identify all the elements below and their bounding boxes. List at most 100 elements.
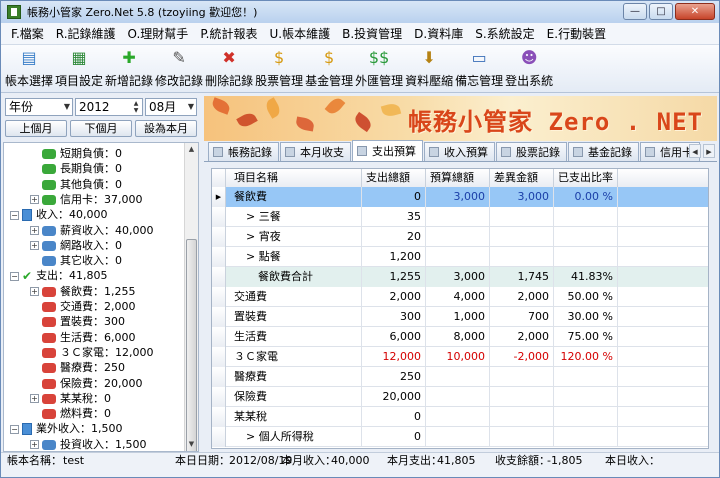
grid-cell[interactable] [554, 387, 618, 407]
tab-scroll-left-icon[interactable]: ◀ [689, 144, 701, 158]
toolbar-button[interactable]: ✚ 新增記錄 [105, 45, 153, 91]
next-month-button[interactable]: 下個月 [70, 120, 132, 137]
grid-cell[interactable]: 1,745 [490, 267, 554, 287]
grid-cell[interactable]: 30.00 % [554, 307, 618, 327]
menu-item[interactable]: D.資料庫 [414, 25, 463, 42]
table-row[interactable]: 生活費 6,000 8,000 2,000 75.00 % [212, 327, 708, 347]
grid-cell[interactable]: -2,000 [490, 347, 554, 367]
table-row[interactable]: > 點餐 1,200 [212, 247, 708, 267]
grid-cell[interactable]: 10,000 [426, 347, 490, 367]
grid-cell[interactable] [426, 427, 490, 447]
row-header[interactable]: ▶ [212, 187, 226, 207]
tree-scrollbar[interactable]: ▲ ▼ [184, 143, 198, 451]
grid-cell[interactable]: ３Ｃ家電 [226, 347, 362, 367]
table-row[interactable]: > 宵夜 20 [212, 227, 708, 247]
grid-cell[interactable] [554, 427, 618, 447]
grid-cell[interactable]: 250 [362, 367, 426, 387]
grid-cell[interactable]: 某某稅 [226, 407, 362, 427]
collapse-icon[interactable]: − [10, 424, 19, 434]
menu-item[interactable]: O.理財幫手 [128, 25, 189, 42]
title-bar[interactable]: 帳務小管家 Zero.Net 5.8 (tzoyiing 歡迎您！) — □ ✕ [1, 1, 719, 23]
grid-cell[interactable]: > 三餐 [226, 207, 362, 227]
column-header[interactable]: 已支出比率 [554, 169, 618, 187]
row-header[interactable] [212, 227, 226, 247]
column-header[interactable]: 支出總額 [362, 169, 426, 187]
scroll-up-icon[interactable]: ▲ [185, 143, 198, 156]
grid-cell[interactable]: > 點餐 [226, 247, 362, 267]
grid-cell[interactable]: 20 [362, 227, 426, 247]
scroll-down-icon[interactable]: ▼ [185, 438, 198, 451]
grid-cell[interactable]: 1,255 [362, 267, 426, 287]
grid-cell[interactable] [554, 407, 618, 427]
tab-0[interactable]: 帳務記錄 [208, 142, 279, 161]
tab-3[interactable]: 收入預算 [424, 142, 495, 161]
spin-arrows-icon[interactable]: ▲ ▼ [131, 100, 141, 114]
row-header[interactable] [212, 367, 226, 387]
grid-cell[interactable]: 41.83% [554, 267, 618, 287]
grid-cell[interactable] [490, 387, 554, 407]
grid-cell[interactable]: > 個人所得稅 [226, 427, 362, 447]
grid-cell[interactable]: 120.00 % [554, 347, 618, 367]
grid-cell[interactable] [490, 367, 554, 387]
table-row[interactable]: 醫療費 250 [212, 367, 708, 387]
grid-cell[interactable] [490, 247, 554, 267]
grid-cell[interactable]: 35 [362, 207, 426, 227]
toolbar-button[interactable]: $$ 外匯管理 [355, 45, 403, 91]
expand-icon[interactable]: + [30, 195, 39, 205]
grid-cell[interactable]: 餐飲費合計 [226, 267, 362, 287]
grid-cell[interactable]: 50.00 % [554, 287, 618, 307]
toolbar-button[interactable]: ☻ 登出系統 [505, 45, 553, 91]
row-header[interactable] [212, 267, 226, 287]
row-header[interactable] [212, 247, 226, 267]
grid-cell[interactable]: 6,000 [362, 327, 426, 347]
collapse-icon[interactable]: − [10, 271, 19, 281]
tab-4[interactable]: 股票記錄 [496, 142, 567, 161]
grid-cell[interactable]: 0 [362, 407, 426, 427]
tab-scroll-right-icon[interactable]: ▶ [703, 144, 715, 158]
grid-cell[interactable] [426, 227, 490, 247]
period-select[interactable]: 年份 ▼ [5, 98, 73, 116]
grid-cell[interactable]: 12,000 [362, 347, 426, 367]
row-header[interactable] [212, 327, 226, 347]
grid-cell[interactable] [554, 227, 618, 247]
expand-icon[interactable]: + [30, 440, 39, 450]
grid-cell[interactable]: 0 [362, 427, 426, 447]
menu-item[interactable]: R.記錄維護 [56, 25, 116, 42]
column-header[interactable]: 差異金額 [490, 169, 554, 187]
month-select[interactable]: 08月 ▼ [145, 98, 197, 116]
grid-cell[interactable]: 4,000 [426, 287, 490, 307]
grid-cell[interactable] [554, 247, 618, 267]
grid-cell[interactable]: 醫療費 [226, 367, 362, 387]
grid-cell[interactable]: 3,000 [426, 187, 490, 207]
table-row[interactable]: ▶ 餐飲費 0 3,000 3,000 0.00 % [212, 187, 708, 207]
toolbar-button[interactable]: $ 基金管理 [305, 45, 353, 91]
grid-cell[interactable]: 700 [490, 307, 554, 327]
grid-cell[interactable]: 20,000 [362, 387, 426, 407]
toolbar-button[interactable]: ▦ 項目設定 [55, 45, 103, 91]
maximize-button[interactable]: □ [649, 3, 673, 20]
table-row[interactable]: 交通費 2,000 4,000 2,000 50.00 % [212, 287, 708, 307]
column-header[interactable]: 項目名稱 [226, 169, 362, 187]
table-row[interactable]: > 個人所得稅 0 [212, 427, 708, 447]
grid-cell[interactable]: 置裝費 [226, 307, 362, 327]
toolbar-button[interactable]: ▤ 帳本選擇 [5, 45, 53, 91]
row-header[interactable] [212, 307, 226, 327]
grid-cell[interactable] [426, 367, 490, 387]
menu-item[interactable]: F.檔案 [11, 25, 44, 42]
row-header[interactable] [212, 207, 226, 227]
row-header[interactable] [212, 347, 226, 367]
tree-node[interactable]: + 投資收入：1,500 [30, 436, 147, 451]
grid-cell[interactable]: 0 [362, 187, 426, 207]
expand-icon[interactable]: + [30, 241, 39, 251]
scroll-thumb[interactable] [186, 239, 197, 451]
tab-1[interactable]: 本月收支 [280, 142, 351, 161]
grid-cell[interactable]: 保險費 [226, 387, 362, 407]
grid-cell[interactable]: 8,000 [426, 327, 490, 347]
row-header[interactable] [212, 387, 226, 407]
grid-cell[interactable]: 1,200 [362, 247, 426, 267]
column-header[interactable]: 預算總額 [426, 169, 490, 187]
grid-cell[interactable] [490, 227, 554, 247]
grid-cell[interactable]: > 宵夜 [226, 227, 362, 247]
close-button[interactable]: ✕ [675, 3, 715, 20]
grid-cell[interactable] [426, 247, 490, 267]
